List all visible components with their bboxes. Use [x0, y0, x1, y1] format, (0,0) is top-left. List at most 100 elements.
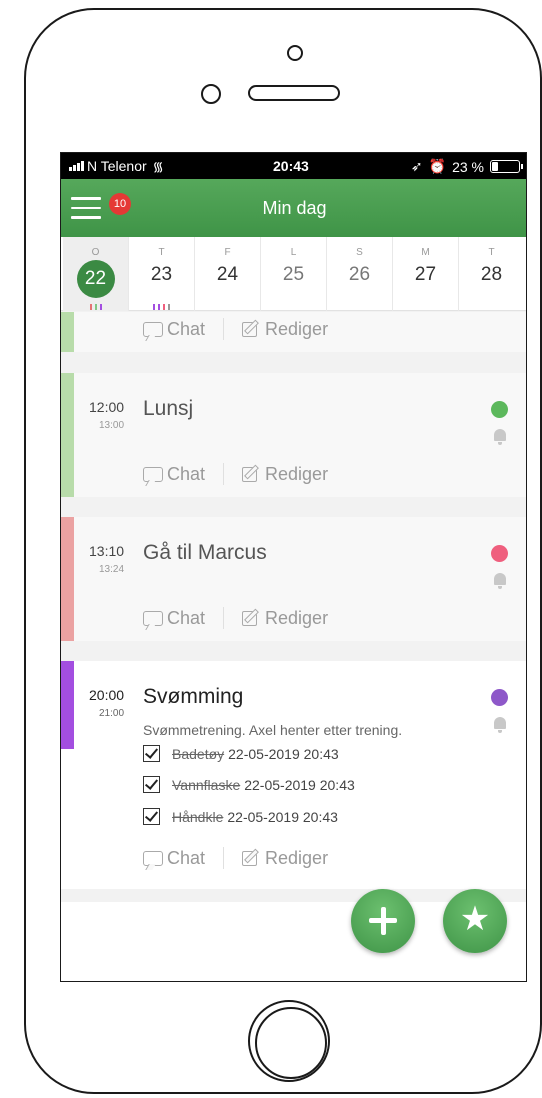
todo-date: 22-05-2019 20:43	[227, 808, 338, 825]
star-icon: ★	[459, 900, 491, 938]
day-27[interactable]: M 27	[393, 237, 458, 311]
event-marks	[129, 304, 194, 310]
alarm-icon: ⏰	[428, 158, 447, 174]
front-camera-icon	[201, 84, 221, 104]
chat-icon	[143, 466, 163, 482]
edit-icon	[242, 608, 261, 627]
day-26[interactable]: S 26	[327, 237, 392, 311]
edit-button[interactable]: Rediger	[242, 608, 328, 629]
event-actions: Chat Rediger	[143, 847, 328, 869]
day-24[interactable]: F 24	[195, 237, 260, 311]
add-event-button[interactable]	[351, 889, 415, 953]
chat-icon	[143, 610, 163, 626]
event-card[interactable]: 12:00 13:00 Lunsj Chat Rediger	[61, 373, 526, 497]
todo-item[interactable]: Vannflaske 22-05-2019 20:43	[143, 776, 355, 793]
bell-icon[interactable]	[493, 573, 507, 589]
day-label: L	[290, 247, 297, 258]
bell-icon[interactable]	[493, 429, 507, 445]
event-title: Svømming	[143, 685, 244, 708]
event-description: Svømmetrening. Axel henter etter trening…	[143, 722, 403, 738]
todo-item[interactable]: Håndkle 22-05-2019 20:43	[143, 808, 338, 825]
edit-label: Rediger	[265, 318, 329, 339]
edit-label: Rediger	[265, 847, 329, 868]
day-label: T	[488, 247, 495, 258]
page-title: Min dag	[262, 198, 327, 218]
checkbox[interactable]	[143, 745, 160, 762]
event-card-partial[interactable]: Chat Rediger	[61, 312, 526, 352]
status-bar: N Telenor ᯾ 20:43 ➶ ⏰ 23 %	[61, 153, 526, 179]
app-header: 10 Min dag	[61, 179, 526, 237]
day-label: M	[421, 247, 430, 258]
day-25[interactable]: L 25	[261, 237, 326, 311]
favorites-button[interactable]: ★	[443, 889, 507, 953]
event-title: Lunsj	[143, 397, 194, 420]
edit-icon	[242, 464, 261, 483]
chat-label: Chat	[167, 318, 206, 339]
event-end-time: 13:24	[99, 564, 125, 575]
edit-button[interactable]: Rediger	[242, 464, 328, 485]
edit-label: Rediger	[265, 607, 329, 628]
day-number: 28	[480, 264, 503, 285]
edit-icon	[242, 319, 261, 338]
event-start-time: 20:00	[89, 687, 125, 703]
day-number: 25	[282, 264, 305, 285]
day-label: F	[224, 247, 231, 258]
chat-button[interactable]: Chat	[143, 848, 205, 869]
event-card[interactable]: 20:00 21:00 Svømming Svømmetrening. Axel…	[61, 661, 526, 889]
speaker-icon	[248, 85, 340, 101]
chat-button[interactable]: Chat	[143, 464, 205, 485]
event-title: Gå til Marcus	[143, 541, 267, 564]
status-time: 20:43	[273, 158, 309, 174]
battery-percent: 23 %	[452, 158, 484, 175]
edit-button[interactable]: Rediger	[242, 848, 328, 869]
home-button[interactable]	[248, 1000, 330, 1082]
wifi-icon: ᯾	[152, 159, 164, 174]
day-number: 27	[414, 264, 437, 285]
location-icon: ➶	[410, 158, 423, 174]
event-end-time: 13:00	[99, 420, 125, 431]
bell-icon[interactable]	[493, 717, 507, 733]
chat-button[interactable]: Chat	[143, 608, 205, 629]
edit-label: Rediger	[265, 463, 329, 484]
chat-label: Chat	[167, 463, 206, 484]
signal-icon	[69, 161, 84, 171]
status-dot	[491, 401, 508, 418]
checkbox[interactable]	[143, 808, 160, 825]
day-number: 23	[150, 264, 173, 285]
status-dot	[491, 545, 508, 562]
day-number: 22	[76, 260, 115, 298]
sensor-icon	[287, 45, 303, 61]
event-marks	[63, 304, 128, 310]
event-start-time: 12:00	[89, 399, 125, 415]
todo-date: 22-05-2019 20:43	[228, 745, 339, 762]
edit-icon	[242, 848, 261, 867]
chat-label: Chat	[167, 607, 206, 628]
event-end-time: 21:00	[99, 708, 125, 719]
carrier-name: N Telenor	[87, 158, 147, 174]
chat-label: Chat	[167, 847, 206, 868]
todo-item[interactable]: Badetøy 22-05-2019 20:43	[143, 745, 339, 762]
event-card[interactable]: 13:10 13:24 Gå til Marcus Chat Rediger	[61, 517, 526, 641]
day-label: S	[356, 247, 363, 258]
day-number: 24	[216, 264, 239, 285]
event-color-bar	[61, 661, 74, 749]
event-color-bar	[61, 312, 74, 352]
event-actions: Chat Rediger	[143, 463, 328, 485]
todo-label: Håndkle	[172, 808, 224, 825]
edit-button[interactable]: Rediger	[242, 319, 328, 340]
day-22[interactable]: O 22	[63, 237, 128, 311]
event-start-time: 13:10	[89, 543, 125, 559]
chat-icon	[143, 321, 163, 337]
battery-icon	[490, 160, 523, 173]
event-actions: Chat Rediger	[143, 318, 328, 340]
event-color-bar	[61, 517, 74, 641]
day-28[interactable]: T 28	[459, 237, 524, 311]
chat-button[interactable]: Chat	[143, 319, 205, 340]
event-color-bar	[61, 373, 74, 497]
app-screen: N Telenor ᯾ 20:43 ➶ ⏰ 23 % 10 Min dag O …	[60, 152, 527, 982]
todo-label: Badetøy	[172, 745, 225, 762]
day-strip: O 22 T 23 F 24 L 25 S 26 M 27 T 28	[61, 237, 526, 311]
day-23[interactable]: T 23	[129, 237, 194, 311]
day-label: T	[158, 247, 165, 258]
checkbox[interactable]	[143, 776, 160, 793]
